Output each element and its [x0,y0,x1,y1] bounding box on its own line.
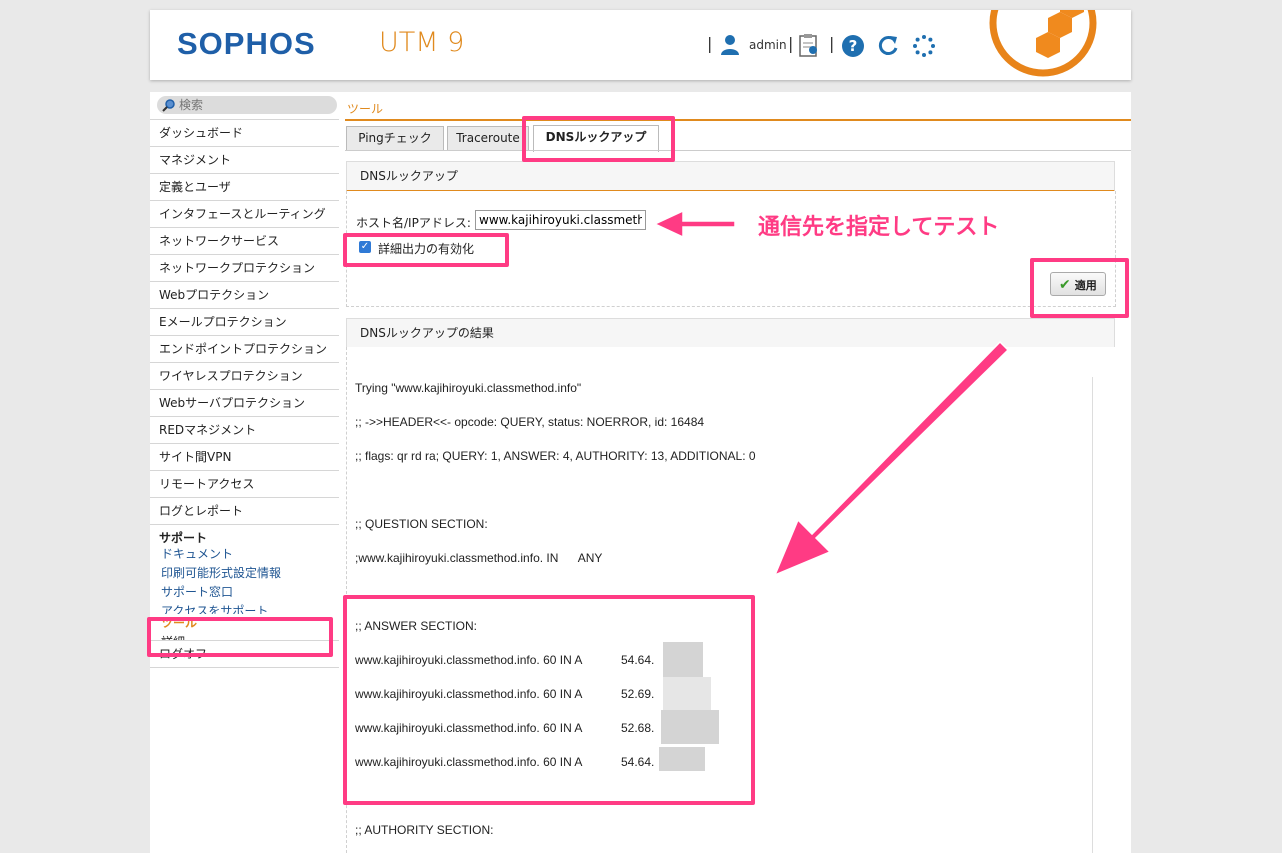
tab-ping[interactable]: Pingチェック [346,126,444,151]
sidebar: ダッシュボード マネジメント 定義とユーザ インタフェースとルーティング ネット… [150,119,339,668]
clipboard-icon[interactable] [798,33,820,57]
sophos-logo: SOPHOS [177,26,316,61]
user-icon[interactable] [720,34,740,56]
product-name: UTM 9 [379,27,465,58]
search-input[interactable] [179,97,329,113]
highlight-tools-nav [147,617,333,657]
sidebar-item-site-to-site-vpn[interactable]: サイト間VPN [150,444,339,471]
header-separator: | [829,34,835,53]
sidebar-item-wireless-protection[interactable]: ワイヤレスプロテクション [150,363,339,390]
tab-underline [345,150,1131,151]
annotation-label: 通信先を指定してテスト [758,215,1000,240]
sidebar-item-web-protection[interactable]: Webプロテクション [150,282,339,309]
sidebar-item-dashboard[interactable]: ダッシュボード [150,119,339,147]
result-scrollbar[interactable] [1092,377,1093,853]
highlight-apply [1030,258,1129,318]
sidebar-item-network-protection[interactable]: ネットワークプロテクション [150,255,339,282]
result-line: ;; QUESTION SECTION: [355,517,488,531]
result-line: Trying "www.kajihiroyuki.classmethod.inf… [355,381,582,395]
help-icon[interactable]: ? [842,35,864,57]
sidebar-item-network-services[interactable]: ネットワークサービス [150,228,339,255]
sidebar-item-management[interactable]: マネジメント [150,147,339,174]
header-separator: | [707,34,713,53]
sidebar-subitem-printable-config[interactable]: 印刷可能形式設定情報 [150,564,339,583]
search-icon [162,99,175,112]
sidebar-subitem-contact-support[interactable]: サポート窓口 [150,583,339,602]
sidebar-item-definitions-users[interactable]: 定義とユーザ [150,174,339,201]
dns-box-title: DNSルックアップ [346,161,1115,192]
activity-dots-icon[interactable] [912,34,936,58]
sidebar-item-webserver-protection[interactable]: Webサーバプロテクション [150,390,339,417]
result-line: ;; AUTHORITY SECTION: [355,823,494,837]
breadcrumb: ツール [347,102,384,116]
sidebar-subitem-support-access[interactable]: アクセスをサポート [150,602,339,614]
result-box-title: DNSルックアップの結果 [346,318,1115,349]
sidebar-item-interfaces-routing[interactable]: インタフェースとルーティング [150,201,339,228]
sidebar-item-remote-access[interactable]: リモートアクセス [150,471,339,498]
header-divider [345,119,1131,121]
sidebar-subitem-documentation[interactable]: ドキュメント [150,545,339,564]
sidebar-item-logging-reporting[interactable]: ログとレポート [150,498,339,525]
result-line: ;; ->>HEADER<<- opcode: QUERY, status: N… [355,415,705,429]
sidebar-item-endpoint-protection[interactable]: エンドポイントプロテクション [150,336,339,363]
result-line: ;; flags: qr rd ra; QUERY: 1, ANSWER: 4,… [355,449,756,463]
result-line: ;www.kajihiroyuki.classmethod.info. IN A… [355,551,603,565]
host-input[interactable] [475,210,646,230]
sidebar-item-red-management[interactable]: REDマネジメント [150,417,339,444]
header-separator: | [788,34,794,53]
highlight-answer-section [343,595,755,805]
highlight-verbose [343,233,509,267]
app-header: SOPHOS UTM 9 | admin | | ? [150,10,1131,80]
tab-traceroute[interactable]: Traceroute [447,126,529,151]
sidebar-item-email-protection[interactable]: Eメールプロテクション [150,309,339,336]
host-label: ホスト名/IPアドレス: [356,216,471,230]
search-box[interactable] [157,96,337,114]
sophos-shield-logo [989,10,1097,77]
reload-icon[interactable] [876,33,900,57]
highlight-dns-tab [522,116,675,162]
user-name[interactable]: admin [749,38,787,52]
